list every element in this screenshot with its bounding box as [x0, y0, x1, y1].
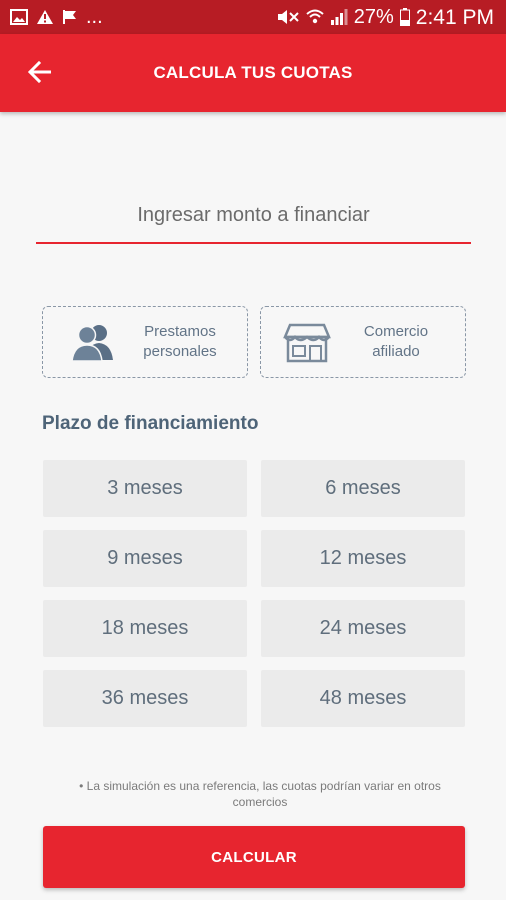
- status-dots: ...: [86, 6, 103, 28]
- term-option-48[interactable]: 48 meses: [261, 670, 465, 727]
- term-option-9[interactable]: 9 meses: [43, 530, 247, 587]
- status-left: ...: [10, 7, 103, 27]
- mute-icon: [276, 8, 300, 26]
- calculate-button[interactable]: CALCULAR: [43, 826, 465, 888]
- wifi-icon: [306, 8, 324, 26]
- loan-type-store-label: Comercio afiliado: [363, 323, 429, 360]
- page-title: CALCULA TUS CUOTAS: [153, 63, 353, 82]
- term-option-36[interactable]: 36 meses: [43, 670, 247, 727]
- term-option-6[interactable]: 6 meses: [261, 460, 465, 517]
- status-bar: ... 27% 2:41 PM: [0, 0, 506, 34]
- battery-icon: [399, 8, 410, 26]
- warning-icon: [36, 9, 54, 25]
- term-option-12[interactable]: 12 meses: [261, 530, 465, 587]
- amount-input[interactable]: [36, 190, 471, 240]
- term-option-18[interactable]: 18 meses: [43, 600, 247, 657]
- amount-field: [36, 190, 471, 244]
- term-option-3[interactable]: 3 meses: [43, 460, 247, 517]
- loan-type-personal-label: Prestamos personales: [143, 323, 217, 360]
- loan-type-personal[interactable]: Prestamos personales: [42, 306, 248, 378]
- disclaimer-text: • La simulación es una referencia, las c…: [79, 779, 441, 809]
- app-bar: CALCULA TUS CUOTAS: [0, 34, 506, 112]
- signal-icon: [330, 8, 348, 26]
- status-time: 2:41 PM: [415, 5, 494, 29]
- loan-type-store[interactable]: Comercio afiliado: [260, 306, 466, 378]
- image-icon: [10, 9, 28, 25]
- term-section-title: Plazo de financiamiento: [42, 413, 259, 434]
- flag-icon: [62, 9, 78, 25]
- status-right: 27% 2:41 PM: [276, 7, 494, 28]
- people-icon: [61, 306, 125, 378]
- store-icon: [275, 306, 339, 378]
- battery-percent: 27%: [353, 6, 394, 28]
- term-option-24[interactable]: 24 meses: [261, 600, 465, 657]
